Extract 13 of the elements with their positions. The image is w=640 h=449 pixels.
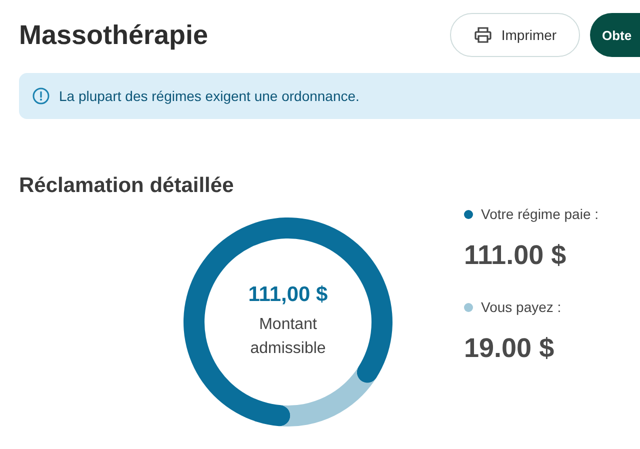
legend-label: Votre régime paie : [481, 206, 599, 222]
print-button[interactable]: Imprimer [450, 13, 580, 57]
eligible-label: Montant admissible [249, 315, 327, 359]
primary-button[interactable]: Obte [590, 13, 640, 57]
printer-icon [473, 25, 494, 45]
notice-text: La plupart des régimes exigent une ordonnance. [59, 88, 360, 104]
legend-label: Vous payez : [481, 299, 562, 315]
eligible-amount: 111,00 $ [248, 283, 328, 307]
section-title: Réclamation détaillée [19, 174, 235, 198]
page-title: Massothérapie [19, 20, 208, 50]
legend-amount: 19.00 $ [464, 333, 556, 364]
legend-amount: 111.00 $ [464, 240, 568, 271]
info-icon [32, 87, 50, 105]
